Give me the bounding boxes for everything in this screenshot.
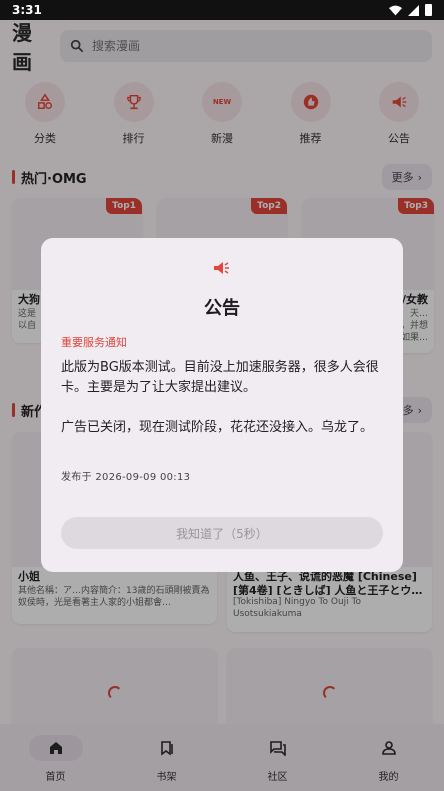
- signal-icon: [408, 4, 419, 16]
- publish-date: 发布于 2026-09-09 00:13: [61, 472, 191, 483]
- dialog-body: 此版为BG版本测试。目前没上加速服务器，很多人会很卡。主要是为了让大家提出建议。…: [61, 360, 379, 435]
- wifi-icon: [389, 5, 402, 15]
- battery-icon: [425, 4, 432, 16]
- status-time: 3:31: [12, 3, 42, 17]
- dialog-title: 公告: [204, 298, 240, 319]
- notice-tag: 重要服务通知: [61, 336, 127, 349]
- status-bar: 3:31: [0, 0, 444, 20]
- megaphone-icon: [214, 262, 229, 274]
- status-icons: [389, 4, 432, 16]
- announcement-dialog: 公告 重要服务通知 此版为BG版本测试。目前没上加速服务器，很多人会很卡。主要是…: [41, 238, 403, 572]
- acknowledge-button[interactable]: 我知道了（5秒）: [61, 517, 383, 549]
